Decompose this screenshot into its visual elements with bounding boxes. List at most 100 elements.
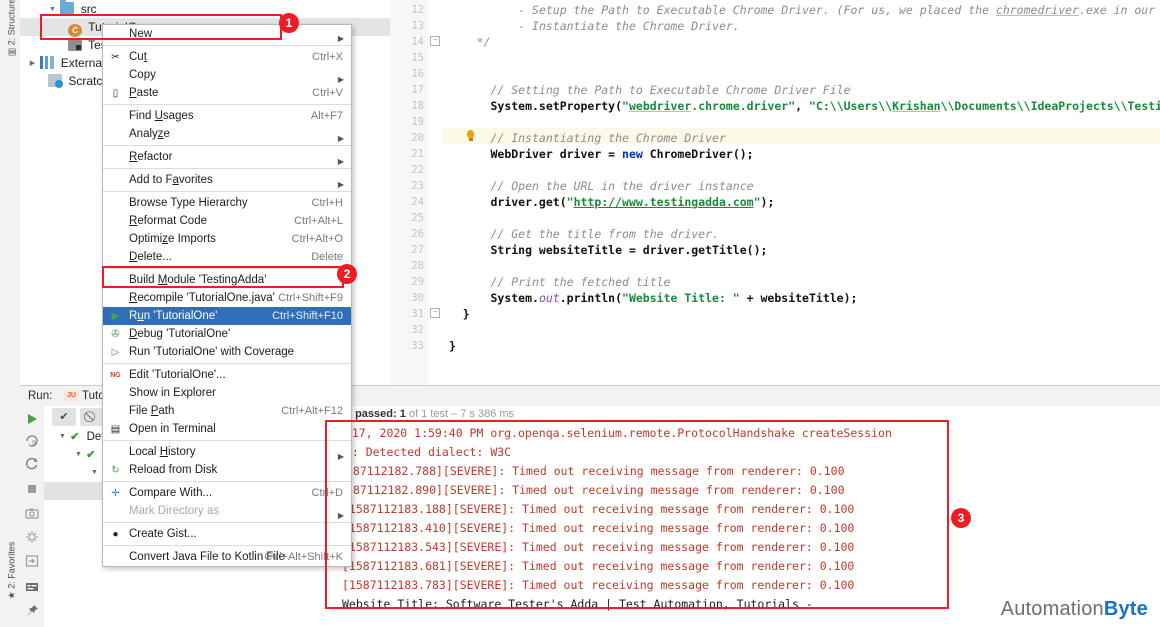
- chevron-down-icon[interactable]: ▼: [58, 428, 67, 446]
- menu-item-label: Convert Java File to Kotlin File: [129, 551, 285, 563]
- tree-node-src[interactable]: ▼ src: [20, 0, 390, 18]
- chevron-right-icon: ▶: [337, 511, 344, 520]
- watermark: AutomationByte: [1001, 598, 1148, 621]
- menu-separator: [103, 104, 351, 105]
- menu-item-file-path[interactable]: File Path Ctrl+Alt+F12: [103, 402, 351, 420]
- line-number: 13: [411, 20, 424, 32]
- menu-item-convert-java-file-to-kotlin-file[interactable]: Convert Java File to Kotlin File Ctrl+Alt…: [103, 548, 351, 566]
- menu-item-label: Copy: [129, 69, 156, 81]
- menu-item-label: Show in Explorer: [129, 387, 216, 399]
- menu-item-analyze[interactable]: Analyze ▶: [103, 125, 351, 143]
- menu-item-label: Reload from Disk: [129, 464, 218, 476]
- rerun-failed-icon[interactable]: 9: [25, 434, 39, 448]
- chevron-right-icon[interactable]: ▶: [28, 55, 37, 73]
- menu-item-build-module-testingadda[interactable]: Build Module 'TestingAdda': [103, 271, 351, 289]
- chevron-down-icon[interactable]: ▼: [90, 464, 99, 482]
- chevron-down-icon[interactable]: ▼: [74, 446, 83, 464]
- rotate-icon[interactable]: [25, 456, 39, 470]
- menu-item-find-usages[interactable]: Find Usages Alt+F7: [103, 107, 351, 125]
- line-number: 22: [411, 164, 424, 176]
- menu-item-shortcut: Ctrl+Alt+L: [294, 215, 343, 227]
- tests-passed-status: ests passed: 1 of 1 test – 7 s 386 ms: [326, 406, 1160, 422]
- settings-icon[interactable]: [25, 530, 39, 544]
- menu-item-new[interactable]: New ▶: [103, 25, 351, 43]
- code-line: // Open the URL in the driver instance: [490, 179, 754, 193]
- annotation-marker-3: 3: [951, 508, 971, 528]
- menu-item-delete[interactable]: Delete... Delete: [103, 248, 351, 266]
- chevron-down-icon[interactable]: ▼: [48, 1, 57, 19]
- run-icon[interactable]: [25, 412, 39, 426]
- console-icon[interactable]: [25, 580, 39, 594]
- menu-item-debug-tutorialone[interactable]: ✇ Debug 'TutorialOne': [103, 325, 351, 343]
- export-icon[interactable]: [25, 554, 39, 568]
- structure-tool-tab-label: 2: Structure: [6, 0, 17, 46]
- menu-item-show-in-explorer[interactable]: Show in Explorer: [103, 384, 351, 402]
- console-line: [1587112183.681][SEVERE]: Timed out rece…: [342, 559, 855, 573]
- menu-item-label: Run 'TutorialOne': [129, 310, 218, 322]
- camera-icon[interactable]: [25, 506, 39, 520]
- line-number: 24: [411, 196, 424, 208]
- fold-marker-icon[interactable]: −: [430, 36, 440, 46]
- watermark-part2: Byte: [1103, 598, 1148, 620]
- scratches-icon: [48, 74, 63, 88]
- structure-tool-tab[interactable]: ▥ 2: Structure: [7, 0, 18, 64]
- menu-item-recompile-tutorialone-java[interactable]: Recompile 'TutorialOne.java' Ctrl+Shift+F…: [103, 289, 351, 307]
- check-icon[interactable]: ✔: [52, 408, 76, 426]
- ignored-icon[interactable]: ⃠: [80, 408, 104, 426]
- menu-item-label: Add to Favorites: [129, 174, 213, 186]
- menu-item-shortcut: Ctrl+H: [311, 197, 343, 209]
- menu-item-label: Browse Type Hierarchy: [129, 197, 248, 209]
- menu-item-edit-tutorialone[interactable]: NG Edit 'TutorialOne'...: [103, 366, 351, 384]
- line-number: 27: [411, 244, 424, 256]
- console-output[interactable]: ests passed: 1 of 1 test – 7 s 386 ms r …: [326, 406, 1160, 627]
- compare-icon: ✛: [111, 488, 120, 499]
- debug-icon: ✇: [111, 329, 120, 340]
- menu-item-label: New: [129, 28, 153, 40]
- menu-separator: [103, 191, 351, 192]
- line-number: 17: [411, 84, 424, 96]
- menu-item-browse-type-hierarchy[interactable]: Browse Type Hierarchy Ctrl+H: [103, 194, 351, 212]
- menu-item-refactor[interactable]: Refactor ▶: [103, 148, 351, 166]
- menu-item-reformat-code[interactable]: Reformat Code Ctrl+Alt+L: [103, 212, 351, 230]
- code-editor[interactable]: 12 13 14 15 16 17 18 19 20 21 22 23 24 25 26 27 28 29 30 31…: [390, 0, 1160, 385]
- editor-code-area[interactable]: - Setup the Path to Executable Chrome Dr…: [442, 0, 1160, 385]
- menu-item-label: Cut: [129, 51, 147, 63]
- menu-item-optimize-imports[interactable]: Optimize Imports Ctrl+Alt+O: [103, 230, 351, 248]
- pin-icon[interactable]: [25, 604, 39, 618]
- menu-item-label: Edit 'TutorialOne'...: [129, 369, 226, 381]
- test-passed-icon: ✔: [70, 431, 80, 444]
- run-toolbar: 9: [20, 406, 45, 627]
- line-number: 28: [411, 260, 424, 272]
- menu-item-reload-from-disk[interactable]: ↻ Reload from Disk: [103, 461, 351, 479]
- favorites-tool-tab[interactable]: ★ 2: Favorites: [7, 525, 18, 617]
- stop-icon[interactable]: [25, 482, 39, 496]
- code-line: driver.get("http://www.testingadda.com")…: [490, 195, 775, 209]
- code-line: System.setProperty("webdriver.chrome.dri…: [490, 99, 1160, 113]
- menu-item-cut[interactable]: ✂ Cut Ctrl+X: [103, 48, 351, 66]
- line-number: 19: [411, 116, 424, 128]
- chevron-right-icon: ▶: [337, 34, 344, 43]
- menu-item-add-to-favorites[interactable]: Add to Favorites ▶: [103, 171, 351, 189]
- menu-item-local-history[interactable]: Local History ▶: [103, 443, 351, 461]
- coverage-icon: ▷: [111, 347, 120, 358]
- test-passed-icon: ✔: [86, 449, 96, 462]
- annotation-marker-1: 1: [279, 13, 299, 33]
- menu-item-label: Mark Directory as: [129, 505, 220, 517]
- clipboard-icon: ▯: [112, 88, 119, 99]
- fold-marker-icon[interactable]: −: [430, 308, 440, 318]
- line-number: 16: [411, 68, 424, 80]
- menu-item-create-gist[interactable]: ● Create Gist...: [103, 525, 351, 543]
- menu-item-compare-with[interactable]: ✛ Compare With... Ctrl+D: [103, 484, 351, 502]
- line-number: 31: [411, 308, 424, 320]
- terminal-icon: ▤: [110, 424, 121, 435]
- scissors-icon: ✂: [111, 52, 120, 63]
- menu-item-copy[interactable]: Copy ▶: [103, 66, 351, 84]
- menu-item-run-tutorialone-with-coverage[interactable]: ▷ Run 'TutorialOne' with Coverage: [103, 343, 351, 361]
- menu-item-run-tutorialone[interactable]: ▶ Run 'TutorialOne' Ctrl+Shift+F10: [103, 307, 351, 325]
- context-menu[interactable]: New ▶ ✂ Cut Ctrl+X Copy ▶ ▯ Paste Ctrl+V Find Usag…: [102, 24, 352, 567]
- menu-item-open-in-terminal[interactable]: ▤ Open in Terminal: [103, 420, 351, 438]
- code-line: // Setting the Path to Executable Chrome…: [490, 83, 851, 97]
- menu-item-label: File Path: [129, 405, 175, 417]
- menu-item-paste[interactable]: ▯ Paste Ctrl+V: [103, 84, 351, 102]
- menu-item-shortcut: Ctrl+Alt+F12: [281, 405, 343, 417]
